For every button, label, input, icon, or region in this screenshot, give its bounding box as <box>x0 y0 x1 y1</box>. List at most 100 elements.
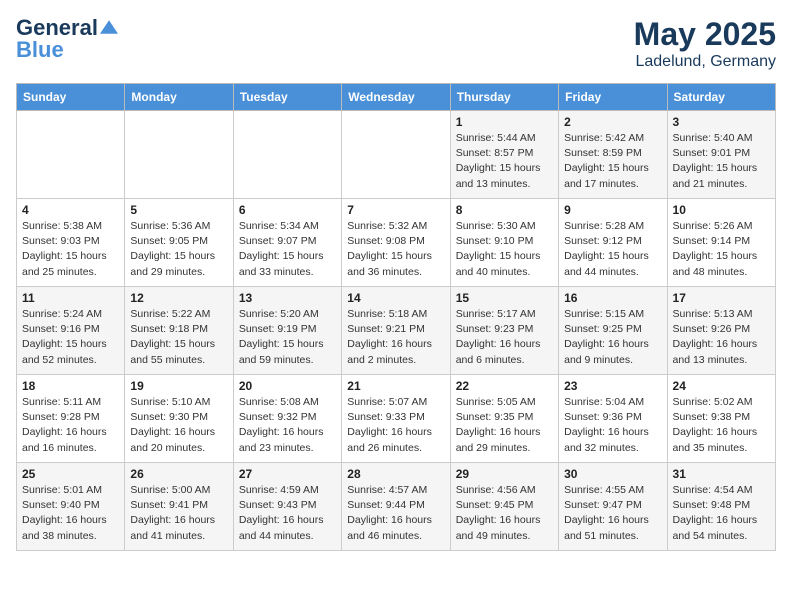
calendar-day-cell: 15 Sunrise: 5:17 AMSunset: 9:23 PMDayligh… <box>450 287 558 375</box>
day-detail: Sunrise: 5:26 AMSunset: 9:14 PMDaylight:… <box>673 219 770 280</box>
calendar-day-cell: 21 Sunrise: 5:07 AMSunset: 9:33 PMDayligh… <box>342 375 450 463</box>
day-number: 14 <box>347 291 444 305</box>
day-number: 18 <box>22 379 119 393</box>
weekday-header: Sunday <box>17 84 125 111</box>
day-detail: Sunrise: 4:54 AMSunset: 9:48 PMDaylight:… <box>673 483 770 544</box>
calendar-day-cell: 13Sunrise: 5:20 AMSunset: 9:19 PMDayligh… <box>233 287 341 375</box>
day-number: 7 <box>347 203 444 217</box>
day-detail: Sunrise: 5:02 AMSunset: 9:38 PMDaylight:… <box>673 395 770 456</box>
day-number: 23 <box>564 379 661 393</box>
day-number: 24 <box>673 379 770 393</box>
title-block: May 2025 Ladelund, Germany <box>634 16 776 71</box>
calendar-day-cell <box>233 111 341 199</box>
day-number: 17 <box>673 291 770 305</box>
day-detail: Sunrise: 5:30 AMSunset: 9:10 PMDaylight:… <box>456 219 553 280</box>
calendar-day-cell: 19Sunrise: 5:10 AMSunset: 9:30 PMDayligh… <box>125 375 233 463</box>
day-number: 20 <box>239 379 336 393</box>
calendar-day-cell: 24 Sunrise: 5:02 AMSunset: 9:38 PMDayligh… <box>667 375 775 463</box>
calendar-week-row: 18 Sunrise: 5:11 AMSunset: 9:28 PMDayligh… <box>17 375 776 463</box>
day-number: 11 <box>22 291 119 305</box>
day-number: 26 <box>130 467 227 481</box>
calendar-day-cell: 3Sunrise: 5:40 AMSunset: 9:01 PMDaylight… <box>667 111 775 199</box>
day-number: 10 <box>673 203 770 217</box>
calendar-day-cell: 29 Sunrise: 4:56 AMSunset: 9:45 PMDayligh… <box>450 463 558 551</box>
day-detail: Sunrise: 5:42 AMSunset: 8:59 PMDaylight:… <box>564 131 661 192</box>
day-number: 13 <box>239 291 336 305</box>
day-detail: Sunrise: 5:44 AMSunset: 8:57 PMDaylight:… <box>456 131 553 192</box>
weekday-header-row: SundayMondayTuesdayWednesdayThursdayFrid… <box>17 84 776 111</box>
calendar-day-cell <box>342 111 450 199</box>
logo: General Blue <box>16 16 118 62</box>
day-detail: Sunrise: 5:07 AMSunset: 9:33 PMDaylight:… <box>347 395 444 456</box>
day-number: 8 <box>456 203 553 217</box>
day-detail: Sunrise: 4:55 AMSunset: 9:47 PMDaylight:… <box>564 483 661 544</box>
day-detail: Sunrise: 5:05 AMSunset: 9:35 PMDaylight:… <box>456 395 553 456</box>
day-number: 22 <box>456 379 553 393</box>
calendar-day-cell: 27 Sunrise: 4:59 AMSunset: 9:43 PMDayligh… <box>233 463 341 551</box>
day-detail: Sunrise: 4:57 AMSunset: 9:44 PMDaylight:… <box>347 483 444 544</box>
day-number: 25 <box>22 467 119 481</box>
calendar-day-cell: 7 Sunrise: 5:32 AMSunset: 9:08 PMDaylight… <box>342 199 450 287</box>
weekday-header: Tuesday <box>233 84 341 111</box>
day-detail: Sunrise: 5:34 AMSunset: 9:07 PMDaylight:… <box>239 219 336 280</box>
day-number: 29 <box>456 467 553 481</box>
calendar-day-cell: 1 Sunrise: 5:44 AMSunset: 8:57 PMDaylight… <box>450 111 558 199</box>
calendar-day-cell: 17 Sunrise: 5:13 AMSunset: 9:26 PMDayligh… <box>667 287 775 375</box>
calendar-day-cell: 4 Sunrise: 5:38 AMSunset: 9:03 PMDaylight… <box>17 199 125 287</box>
day-number: 2 <box>564 115 661 129</box>
calendar-day-cell: 25 Sunrise: 5:01 AMSunset: 9:40 PMDayligh… <box>17 463 125 551</box>
calendar-day-cell: 14Sunrise: 5:18 AMSunset: 9:21 PMDayligh… <box>342 287 450 375</box>
day-detail: Sunrise: 4:56 AMSunset: 9:45 PMDaylight:… <box>456 483 553 544</box>
calendar-day-cell: 16Sunrise: 5:15 AMSunset: 9:25 PMDayligh… <box>559 287 667 375</box>
day-detail: Sunrise: 5:00 AMSunset: 9:41 PMDaylight:… <box>130 483 227 544</box>
day-number: 9 <box>564 203 661 217</box>
calendar-day-cell: 30 Sunrise: 4:55 AMSunset: 9:47 PMDayligh… <box>559 463 667 551</box>
day-detail: Sunrise: 5:28 AMSunset: 9:12 PMDaylight:… <box>564 219 661 280</box>
weekday-header: Saturday <box>667 84 775 111</box>
day-detail: Sunrise: 5:38 AMSunset: 9:03 PMDaylight:… <box>22 219 119 280</box>
day-number: 21 <box>347 379 444 393</box>
day-number: 12 <box>130 291 227 305</box>
day-detail: Sunrise: 5:04 AMSunset: 9:36 PMDaylight:… <box>564 395 661 456</box>
day-number: 4 <box>22 203 119 217</box>
calendar-day-cell: 28 Sunrise: 4:57 AMSunset: 9:44 PMDayligh… <box>342 463 450 551</box>
calendar-table: SundayMondayTuesdayWednesdayThursdayFrid… <box>16 83 776 551</box>
calendar-day-cell: 8 Sunrise: 5:30 AMSunset: 9:10 PMDaylight… <box>450 199 558 287</box>
day-detail: Sunrise: 4:59 AMSunset: 9:43 PMDaylight:… <box>239 483 336 544</box>
calendar-week-row: 11Sunrise: 5:24 AMSunset: 9:16 PMDayligh… <box>17 287 776 375</box>
calendar-week-row: 25 Sunrise: 5:01 AMSunset: 9:40 PMDayligh… <box>17 463 776 551</box>
calendar-day-cell: 12 Sunrise: 5:22 AMSunset: 9:18 PMDayligh… <box>125 287 233 375</box>
day-number: 30 <box>564 467 661 481</box>
calendar-day-cell: 23 Sunrise: 5:04 AMSunset: 9:36 PMDayligh… <box>559 375 667 463</box>
calendar-day-cell: 31Sunrise: 4:54 AMSunset: 9:48 PMDayligh… <box>667 463 775 551</box>
location-title: Ladelund, Germany <box>634 53 776 71</box>
day-number: 19 <box>130 379 227 393</box>
calendar-day-cell: 20Sunrise: 5:08 AMSunset: 9:32 PMDayligh… <box>233 375 341 463</box>
day-detail: Sunrise: 5:32 AMSunset: 9:08 PMDaylight:… <box>347 219 444 280</box>
day-number: 3 <box>673 115 770 129</box>
weekday-header: Thursday <box>450 84 558 111</box>
logo-blue-text: Blue <box>16 38 64 62</box>
calendar-day-cell: 9 Sunrise: 5:28 AMSunset: 9:12 PMDaylight… <box>559 199 667 287</box>
day-detail: Sunrise: 5:11 AMSunset: 9:28 PMDaylight:… <box>22 395 119 456</box>
day-detail: Sunrise: 5:15 AMSunset: 9:25 PMDaylight:… <box>564 307 661 368</box>
weekday-header: Monday <box>125 84 233 111</box>
calendar-day-cell <box>125 111 233 199</box>
day-detail: Sunrise: 5:17 AMSunset: 9:23 PMDaylight:… <box>456 307 553 368</box>
calendar-week-row: 1 Sunrise: 5:44 AMSunset: 8:57 PMDaylight… <box>17 111 776 199</box>
calendar-day-cell: 2 Sunrise: 5:42 AMSunset: 8:59 PMDaylight… <box>559 111 667 199</box>
weekday-header: Wednesday <box>342 84 450 111</box>
calendar-day-cell: 11Sunrise: 5:24 AMSunset: 9:16 PMDayligh… <box>17 287 125 375</box>
weekday-header: Friday <box>559 84 667 111</box>
calendar-week-row: 4 Sunrise: 5:38 AMSunset: 9:03 PMDaylight… <box>17 199 776 287</box>
day-number: 15 <box>456 291 553 305</box>
day-detail: Sunrise: 5:13 AMSunset: 9:26 PMDaylight:… <box>673 307 770 368</box>
calendar-day-cell: 18 Sunrise: 5:11 AMSunset: 9:28 PMDayligh… <box>17 375 125 463</box>
day-detail: Sunrise: 5:22 AMSunset: 9:18 PMDaylight:… <box>130 307 227 368</box>
day-number: 27 <box>239 467 336 481</box>
month-title: May 2025 <box>634 16 776 53</box>
page-header: General Blue May 2025 Ladelund, Germany <box>16 16 776 71</box>
day-number: 28 <box>347 467 444 481</box>
day-detail: Sunrise: 5:01 AMSunset: 9:40 PMDaylight:… <box>22 483 119 544</box>
day-number: 1 <box>456 115 553 129</box>
